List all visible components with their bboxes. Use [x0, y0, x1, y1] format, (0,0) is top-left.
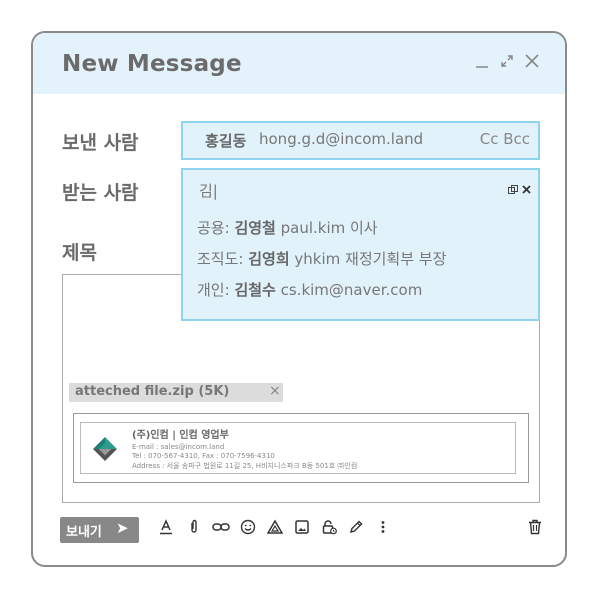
- text-format-icon[interactable]: [156, 519, 176, 539]
- attach-icon[interactable]: [184, 519, 204, 539]
- lock-icon[interactable]: [319, 519, 339, 539]
- sender-label: 보낸 사람: [62, 132, 139, 154]
- subject-label: 제목: [62, 242, 97, 264]
- minimize-icon[interactable]: [474, 53, 490, 74]
- cc-bcc-button[interactable]: Cc Bcc: [480, 130, 530, 148]
- remove-attachment-button[interactable]: ×: [269, 383, 281, 399]
- send-button[interactable]: 보내기 ➤: [60, 517, 139, 543]
- recipient-label: 받는 사람: [62, 182, 139, 204]
- suggestion-source: 공용:: [197, 219, 235, 237]
- suggestion-detail: paul.kim 이사: [275, 219, 378, 237]
- expand-icon[interactable]: [499, 53, 515, 74]
- trash-icon[interactable]: [525, 519, 545, 539]
- title-bar: New Message: [33, 33, 565, 94]
- company-logo: [93, 437, 117, 461]
- signature-tel: Tel : 070-567-4310, Fax : 070-7596-4310: [132, 452, 275, 460]
- recipient-input[interactable]: 김|: [199, 180, 218, 201]
- recipient-autocomplete[interactable]: 김| 공용: 김영철 paul.kim 이사 조직도: 김영희 yhkim 재정…: [181, 168, 540, 321]
- window-title: New Message: [62, 51, 242, 77]
- suggestion-detail: yhkim 재정기획부 부장: [289, 250, 447, 268]
- emoji-icon[interactable]: [238, 519, 258, 539]
- attachment-chip: atteched file.zip (5K) ×: [69, 383, 283, 402]
- signature-email: E-mail : sales@incom.land: [132, 443, 225, 451]
- compose-window: New Message 보낸 사람 홍길동 hong.g.d@incom.lan…: [31, 31, 567, 567]
- close-icon[interactable]: [523, 52, 541, 75]
- pen-icon[interactable]: [346, 519, 366, 539]
- signature-card: (주)인컴 | 인컴 영업부 E-mail : sales@incom.land…: [80, 422, 516, 474]
- suggestion-source: 개인:: [197, 281, 235, 299]
- sender-name: 홍길동: [205, 132, 247, 150]
- popout-icon[interactable]: [508, 185, 519, 194]
- suggestion-item[interactable]: 공용: 김영철 paul.kim 이사: [197, 217, 378, 238]
- signature-company: (주)인컴 | 인컴 영업부: [132, 430, 229, 441]
- signature-address: Address : 서울 송파구 법원로 11길 25, H비지니스파크 B동 …: [132, 462, 358, 470]
- suggestion-name: 김영철: [234, 219, 276, 237]
- sender-email: hong.g.d@incom.land: [259, 130, 424, 148]
- popup-controls[interactable]: [508, 184, 531, 197]
- compose-toolbar: 보내기 ➤: [60, 517, 541, 543]
- sender-field[interactable]: 홍길동 hong.g.d@incom.land Cc Bcc: [181, 121, 540, 160]
- signature-block: (주)인컴 | 인컴 영업부 E-mail : sales@incom.land…: [73, 413, 529, 483]
- suggestion-source: 조직도:: [197, 250, 249, 268]
- drive-icon[interactable]: [265, 519, 285, 539]
- suggestion-item[interactable]: 조직도: 김영희 yhkim 재정기획부 부장: [197, 248, 446, 269]
- suggestion-item[interactable]: 개인: 김철수 cs.kim@naver.com: [197, 279, 422, 300]
- suggestion-name: 김철수: [234, 281, 276, 299]
- close-popup-icon[interactable]: [522, 185, 531, 194]
- suggestion-name: 김영희: [248, 250, 290, 268]
- send-label: 보내기: [66, 525, 102, 540]
- suggestion-detail: cs.kim@naver.com: [275, 281, 423, 299]
- image-icon[interactable]: [292, 519, 312, 539]
- more-icon[interactable]: [373, 519, 393, 539]
- attachment-name: atteched file.zip (5K): [75, 384, 230, 399]
- link-icon[interactable]: [211, 519, 231, 539]
- send-arrow-icon: ➤: [116, 519, 129, 537]
